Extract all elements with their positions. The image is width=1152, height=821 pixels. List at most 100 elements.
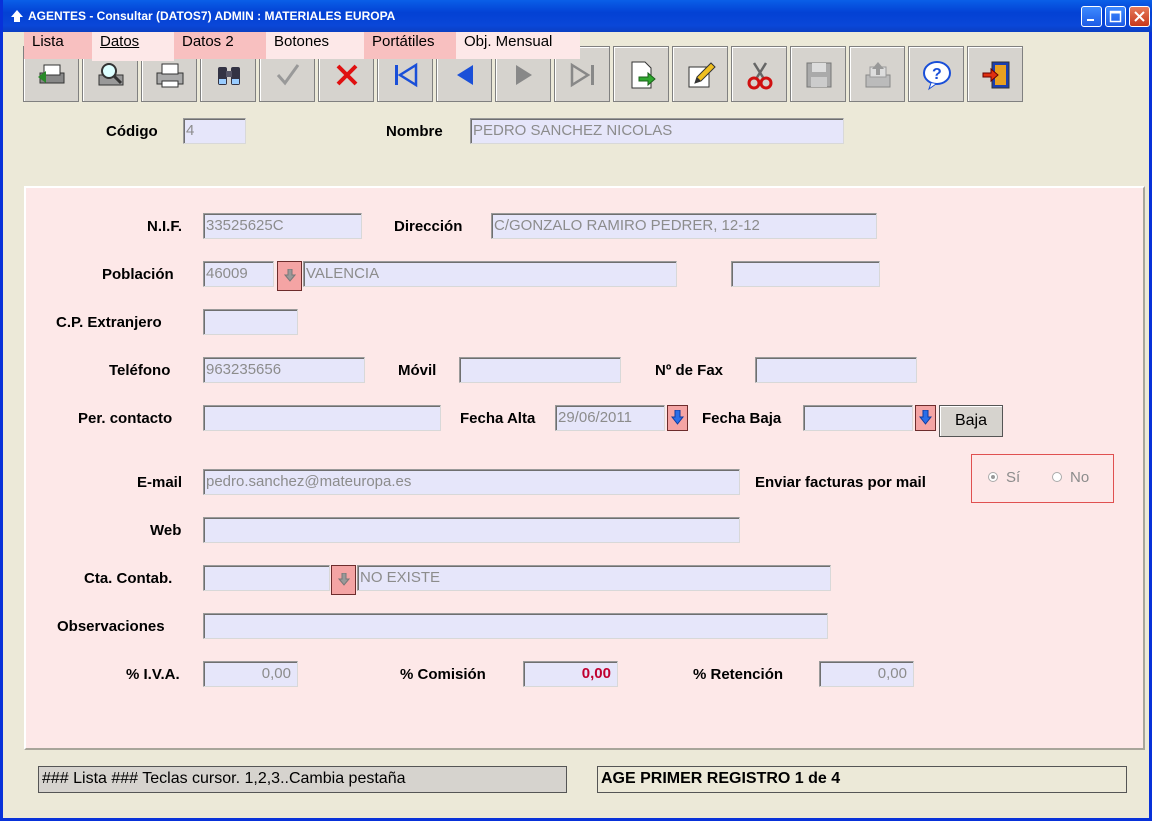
save-button[interactable] (790, 46, 846, 102)
cp-field[interactable]: 46009 (203, 261, 274, 287)
arrow-down-icon (671, 410, 684, 425)
next-record-icon (516, 65, 532, 85)
arrow-down-icon (284, 269, 296, 282)
svg-text:?: ? (932, 66, 942, 83)
tab-datos[interactable]: Datos (92, 32, 174, 61)
help-icon: ? (923, 61, 951, 91)
export-document-icon (631, 61, 656, 89)
contacto-label: Per. contacto (78, 410, 173, 427)
save-disk-icon (806, 62, 832, 88)
fax-label: Nº de Fax (655, 362, 723, 379)
radio-no-label: No (1070, 469, 1090, 486)
poblacion-field[interactable]: VALENCIA (303, 261, 677, 287)
client-area: ? Código 4 Nombre PEDRO SANCHEZ NICOLAS … (6, 32, 1149, 818)
print-preview-icon (38, 64, 65, 84)
previous-record-icon (457, 65, 473, 85)
tab-datos-2[interactable]: Datos 2 (174, 32, 266, 59)
fecha-baja-field[interactable] (803, 405, 913, 431)
last-record-icon (570, 62, 594, 88)
radio-si[interactable]: Sí (988, 469, 1020, 486)
tab-botones[interactable]: Botones (266, 32, 364, 59)
direccion-field[interactable]: C/GONZALO RAMIRO PEDRER, 12-12 (491, 213, 877, 239)
retencion-label: % Retención (693, 666, 784, 683)
fax-field[interactable] (755, 357, 917, 383)
enviar-facturas-label: Enviar facturas por mail (755, 474, 926, 491)
close-button[interactable] (1129, 6, 1150, 27)
fecha-alta-field[interactable]: 29/06/2011 (555, 405, 665, 431)
radio-selected-icon (988, 472, 998, 482)
help-button[interactable]: ? (908, 46, 964, 102)
fecha-baja-picker-button[interactable] (915, 405, 936, 431)
fecha-alta-label: Fecha Alta (460, 410, 536, 427)
cta-contab-field[interactable] (203, 565, 330, 591)
movil-field[interactable] (459, 357, 621, 383)
telefono-label: Teléfono (109, 362, 171, 379)
cp-extranjero-label: C.P. Extranjero (56, 314, 162, 331)
comision-field[interactable]: 0,00 (523, 661, 618, 687)
app-window: AGENTES - Consultar (DATOS7) ADMIN : MAT… (0, 0, 1152, 821)
cp-extranjero-field[interactable] (203, 309, 298, 335)
upload-tray-icon (865, 62, 891, 88)
exit-button[interactable] (967, 46, 1023, 102)
poblacion-extra-field[interactable] (731, 261, 880, 287)
maximize-icon (1109, 10, 1122, 23)
search-preview-icon (98, 63, 124, 86)
cta-contab-lookup-button[interactable] (331, 565, 356, 595)
radio-unselected-icon (1052, 472, 1062, 482)
email-field[interactable]: pedro.sanchez@mateuropa.es (203, 469, 740, 495)
accept-check-icon (276, 64, 300, 86)
comision-label: % Comisión (400, 666, 486, 683)
movil-label: Móvil (398, 362, 437, 379)
tab-portatiles[interactable]: Portátiles (364, 32, 456, 59)
poblacion-label: Población (102, 266, 174, 283)
arrow-down-icon (338, 573, 350, 586)
printer-icon (156, 63, 184, 88)
poblacion-lookup-button[interactable] (277, 261, 302, 291)
direccion-label: Dirección (394, 218, 463, 235)
telefono-field[interactable]: 963235656 (203, 357, 365, 383)
codigo-field[interactable]: 4 (183, 118, 246, 144)
email-label: E-mail (137, 474, 183, 491)
observaciones-field[interactable] (203, 613, 828, 639)
retencion-field[interactable]: 0,00 (819, 661, 914, 687)
status-record: AGE PRIMER REGISTRO 1 de 4 (597, 766, 1127, 793)
export-button[interactable] (613, 46, 669, 102)
cta-contab-desc-field[interactable]: NO EXISTE (357, 565, 831, 591)
first-record-icon (395, 62, 418, 88)
upload-button[interactable] (849, 46, 905, 102)
observaciones-label: Observaciones (57, 618, 165, 635)
status-hint: ### Lista ### Teclas cursor. 1,2,3..Camb… (38, 766, 567, 793)
exit-door-icon (982, 61, 1010, 89)
app-icon (11, 10, 23, 22)
nif-field[interactable]: 33525625C (203, 213, 362, 239)
minimize-icon (1087, 19, 1094, 21)
nombre-label: Nombre (386, 123, 443, 140)
arrow-down-icon (919, 410, 932, 425)
fecha-alta-picker-button[interactable] (667, 405, 688, 431)
web-label: Web (150, 522, 182, 539)
edit-pencil-icon (688, 62, 716, 88)
nombre-field[interactable]: PEDRO SANCHEZ NICOLAS (470, 118, 844, 144)
codigo-label: Código (106, 123, 158, 140)
minimize-button[interactable] (1081, 6, 1102, 27)
iva-label: % I.V.A. (126, 666, 180, 683)
radio-no[interactable]: No (1052, 469, 1089, 486)
baja-button[interactable]: Baja (939, 405, 1003, 437)
cut-button[interactable] (731, 46, 787, 102)
tab-lista[interactable]: Lista (24, 32, 92, 59)
window-title: AGENTES - Consultar (DATOS7) ADMIN : MAT… (28, 9, 396, 23)
maximize-button[interactable] (1105, 6, 1126, 27)
nif-label: N.I.F. (147, 218, 183, 235)
radio-si-label: Sí (1006, 469, 1021, 486)
title-bar[interactable]: AGENTES - Consultar (DATOS7) ADMIN : MAT… (3, 0, 1152, 32)
tab-obj-mensual[interactable]: Obj. Mensual (456, 32, 580, 59)
cancel-x-icon (336, 64, 358, 86)
contacto-field[interactable] (203, 405, 441, 431)
web-field[interactable] (203, 517, 740, 543)
iva-field[interactable]: 0,00 (203, 661, 298, 687)
binoculars-icon (218, 67, 240, 85)
edit-button[interactable] (672, 46, 728, 102)
cta-contab-label: Cta. Contab. (84, 570, 173, 587)
close-icon (1134, 11, 1145, 22)
fecha-baja-label: Fecha Baja (702, 410, 782, 427)
